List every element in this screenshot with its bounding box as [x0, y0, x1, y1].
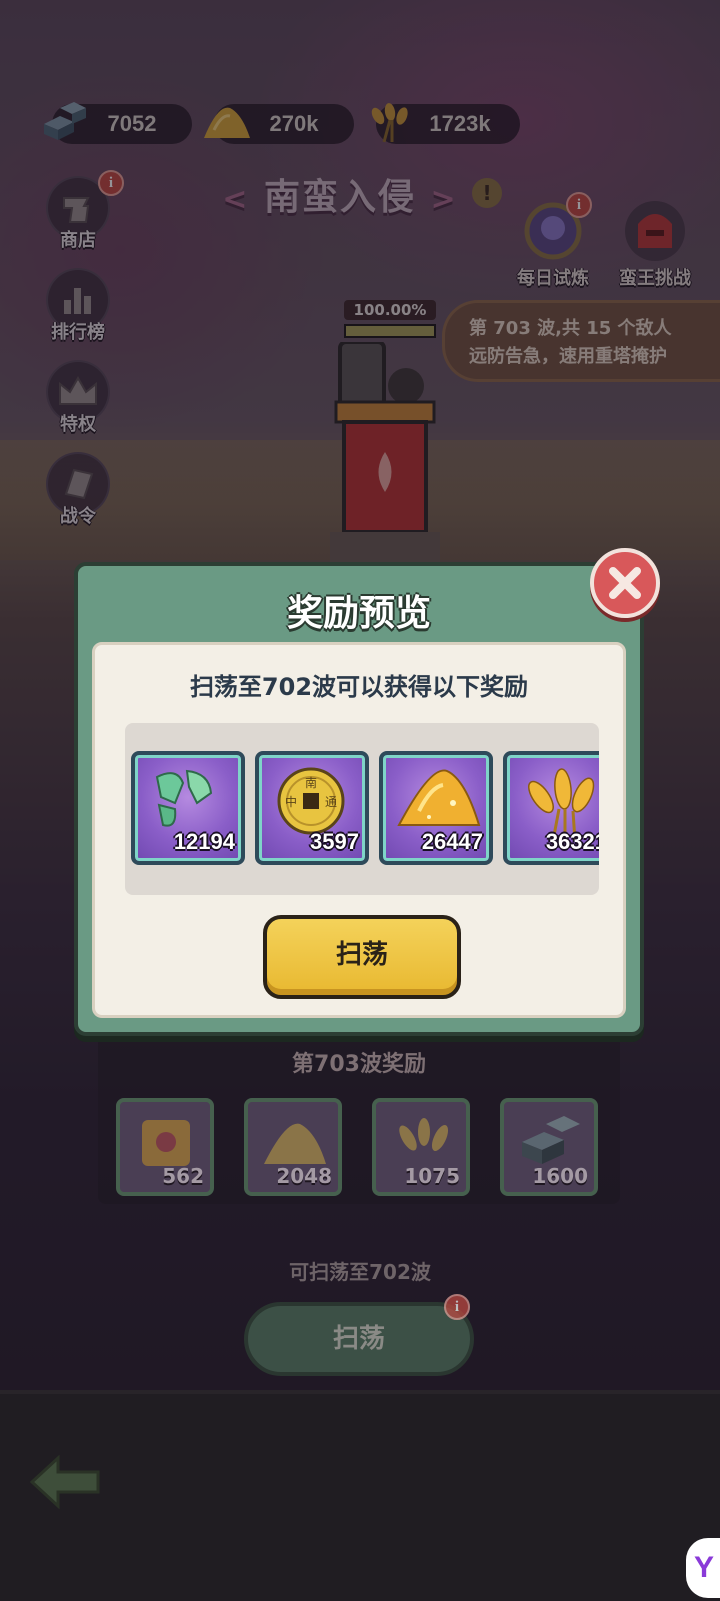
- wave-reward-item[interactable]: 1600: [500, 1098, 598, 1196]
- gold-pile-icon: [397, 769, 481, 826]
- modal-content: 扫荡至702波可以获得以下奖励 12194 南 通 中 3597 26447 3…: [92, 642, 626, 1018]
- sweep-main-badge: i: [444, 1294, 470, 1320]
- wave-reward-count: 2048: [276, 1164, 332, 1188]
- wheat-icon: [399, 1118, 449, 1151]
- modal-subtitle: 扫荡至702波可以获得以下奖励: [189, 673, 529, 701]
- wave-reward-item[interactable]: 2048: [244, 1098, 342, 1196]
- stone-icon: [522, 1116, 580, 1164]
- modal-title: 奖励预览: [286, 593, 431, 634]
- reward-item[interactable]: 12194: [131, 751, 245, 865]
- wave-rewards-panel: 第703波奖励 562 2048 1075 1600: [98, 1036, 620, 1204]
- corner-logo: Y: [686, 1538, 720, 1598]
- close-button[interactable]: [590, 548, 660, 618]
- back-arrow-icon[interactable]: [28, 1452, 108, 1512]
- sweep-main-label: 扫荡: [332, 1324, 385, 1354]
- wave-rewards-list: 562 2048 1075 1600: [116, 1098, 598, 1196]
- reward-preview-modal: 奖励预览 扫荡至702波可以获得以下奖励 12194 南 通 中 3597 26…: [74, 562, 644, 1036]
- coin-char-top: 南: [305, 775, 317, 790]
- sweep-button[interactable]: 扫荡: [263, 915, 461, 999]
- chest-icon: [142, 1120, 190, 1166]
- close-icon: [609, 567, 641, 599]
- reward-count: 12194: [173, 829, 235, 854]
- reward-item[interactable]: 36321: [503, 751, 599, 865]
- reward-count: 3597: [310, 829, 359, 854]
- wave-reward-item[interactable]: 1075: [372, 1098, 470, 1196]
- coin-char-right: 通: [325, 795, 337, 809]
- wave-rewards-title: 第703波奖励: [292, 1052, 426, 1077]
- wave-reward-item[interactable]: 562: [116, 1098, 214, 1196]
- wave-reward-count: 562: [162, 1164, 204, 1188]
- sweep-main-button[interactable]: 扫荡 i: [244, 1294, 474, 1376]
- coin-char-left: 中: [285, 794, 297, 809]
- jade-fragment-icon: [155, 769, 213, 827]
- wave-reward-count: 1600: [532, 1164, 588, 1188]
- sweep-hint: 可扫荡至702波: [289, 1260, 431, 1284]
- reward-strip[interactable]: 12194 南 通 中 3597 26447 3632: [125, 723, 599, 895]
- reward-list: 12194 南 通 中 3597 26447 3632: [131, 751, 599, 865]
- reward-count: 36321: [545, 829, 599, 854]
- wave-reward-count: 1075: [404, 1164, 460, 1188]
- reward-item[interactable]: 26447: [379, 751, 493, 865]
- reward-count: 26447: [421, 829, 483, 854]
- reward-item[interactable]: 南 通 中 3597: [255, 751, 369, 865]
